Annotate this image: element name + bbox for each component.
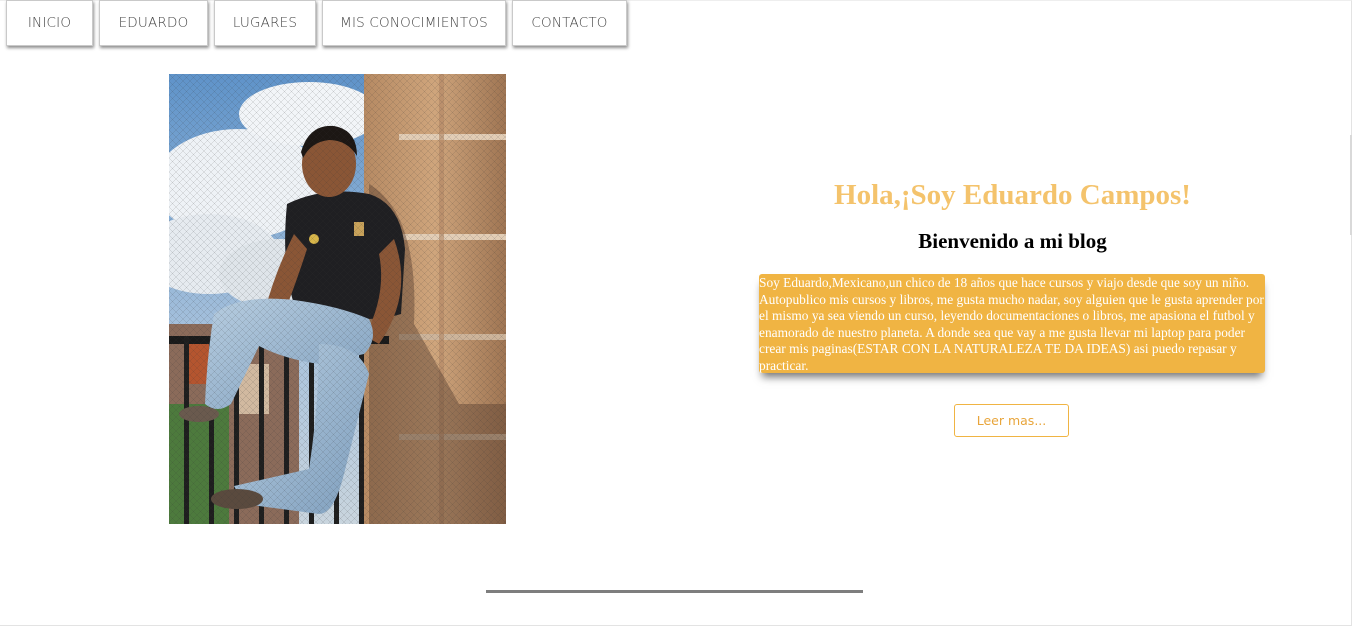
read-more-button[interactable]: Leer mas... bbox=[954, 404, 1069, 437]
nav-inicio[interactable]: INICIO bbox=[6, 0, 93, 46]
nav-lugares[interactable]: LUGARES bbox=[214, 0, 316, 46]
nav-contacto[interactable]: CONTACTO bbox=[512, 0, 627, 46]
bio-text-box: Soy Eduardo,Mexicano,un chico de 18 años… bbox=[759, 274, 1265, 373]
nav-mis-conocimientos[interactable]: MIS CONOCIMIENTOS bbox=[322, 0, 506, 46]
profile-photo-image bbox=[169, 74, 506, 524]
hero-subtitle: Bienvenido a mi blog bbox=[918, 229, 1107, 253]
nav-eduardo[interactable]: EDUARDO bbox=[99, 0, 208, 46]
scrollbar-thumb[interactable] bbox=[1350, 135, 1352, 235]
profile-photo bbox=[169, 74, 506, 524]
section-divider bbox=[486, 590, 863, 593]
hero-title: Hola,¡Soy Eduardo Campos! bbox=[834, 179, 1191, 211]
